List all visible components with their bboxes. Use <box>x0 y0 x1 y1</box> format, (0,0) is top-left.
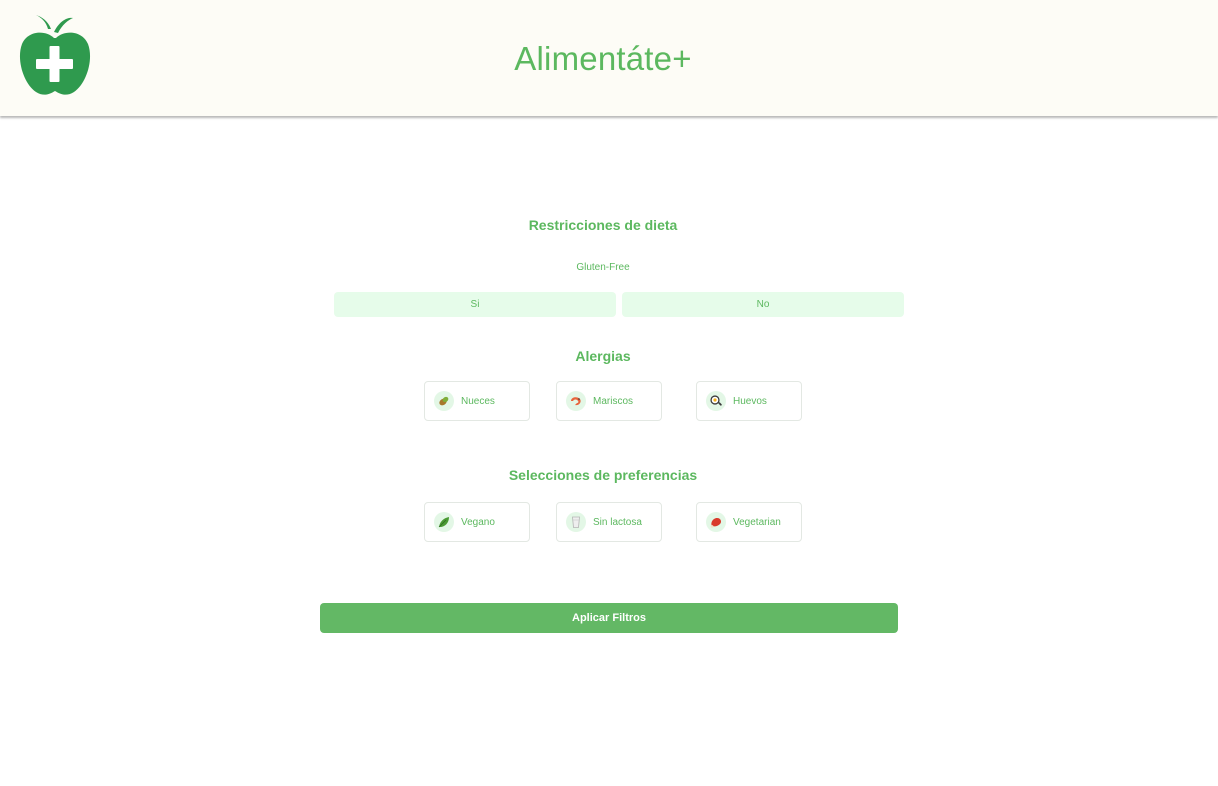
pref-lactose-free-label: Sin lactosa <box>593 516 642 528</box>
preferences-title: Selecciones de preferencias <box>508 467 698 483</box>
pref-lactose-free-button[interactable]: Sin lactosa <box>556 502 662 542</box>
allergy-shellfish-label: Mariscos <box>593 395 634 407</box>
apply-filters-button[interactable]: Aplicar Filtros <box>320 603 898 633</box>
app-header: Alimentáte+ <box>0 0 1218 116</box>
gluten-no-button[interactable]: No <box>622 292 904 317</box>
diet-restrictions-title: Restricciones de dieta <box>528 217 678 233</box>
pref-vegan-label: Vegano <box>461 516 495 528</box>
allergy-shellfish-button[interactable]: Mariscos <box>556 381 662 421</box>
allergy-eggs-button[interactable]: Huevos <box>696 381 802 421</box>
allergy-eggs-label: Huevos <box>733 395 767 407</box>
app-title: Alimentáte+ <box>514 40 692 77</box>
pref-vegetarian-label: Vegetarian <box>733 516 781 528</box>
meat-icon <box>706 512 726 532</box>
gluten-yes-button[interactable]: Si <box>334 292 616 317</box>
nuts-icon <box>434 391 454 411</box>
allergy-nuts-button[interactable]: Nueces <box>424 381 530 421</box>
leaf-icon <box>434 512 454 532</box>
egg-icon <box>706 391 726 411</box>
shrimp-icon <box>566 391 586 411</box>
gluten-free-label: Gluten-Free <box>576 262 630 273</box>
glass-icon <box>566 512 586 532</box>
allergy-nuts-label: Nueces <box>461 395 495 407</box>
allergies-title: Alergias <box>575 348 631 364</box>
pref-vegetarian-button[interactable]: Vegetarian <box>696 502 802 542</box>
pref-vegan-button[interactable]: Vegano <box>424 502 530 542</box>
